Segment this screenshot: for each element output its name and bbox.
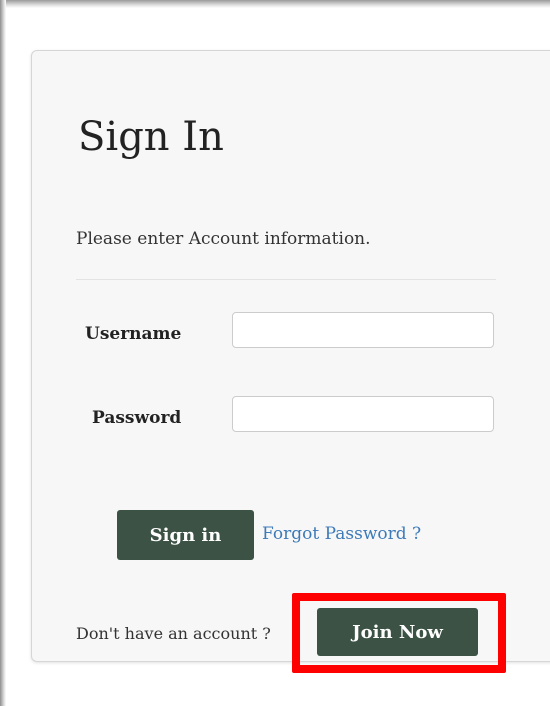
window-edge: [0, 0, 550, 8]
subtitle: Please enter Account information.: [76, 229, 371, 249]
window-edge: [0, 0, 6, 706]
no-account-text: Don't have an account ?: [76, 624, 271, 643]
password-input[interactable]: [232, 396, 494, 432]
forgot-password-link[interactable]: Forgot Password ?: [262, 524, 421, 544]
page-title: Sign In: [78, 114, 224, 160]
page: Sign In Please enter Account information…: [0, 0, 550, 706]
divider: [76, 279, 496, 280]
highlight-box: [292, 593, 506, 673]
username-label: Username: [85, 324, 182, 344]
password-label: Password: [92, 408, 182, 428]
signin-button[interactable]: Sign in: [117, 510, 254, 560]
signin-card: Sign In Please enter Account information…: [31, 50, 550, 673]
username-input[interactable]: [232, 312, 494, 348]
